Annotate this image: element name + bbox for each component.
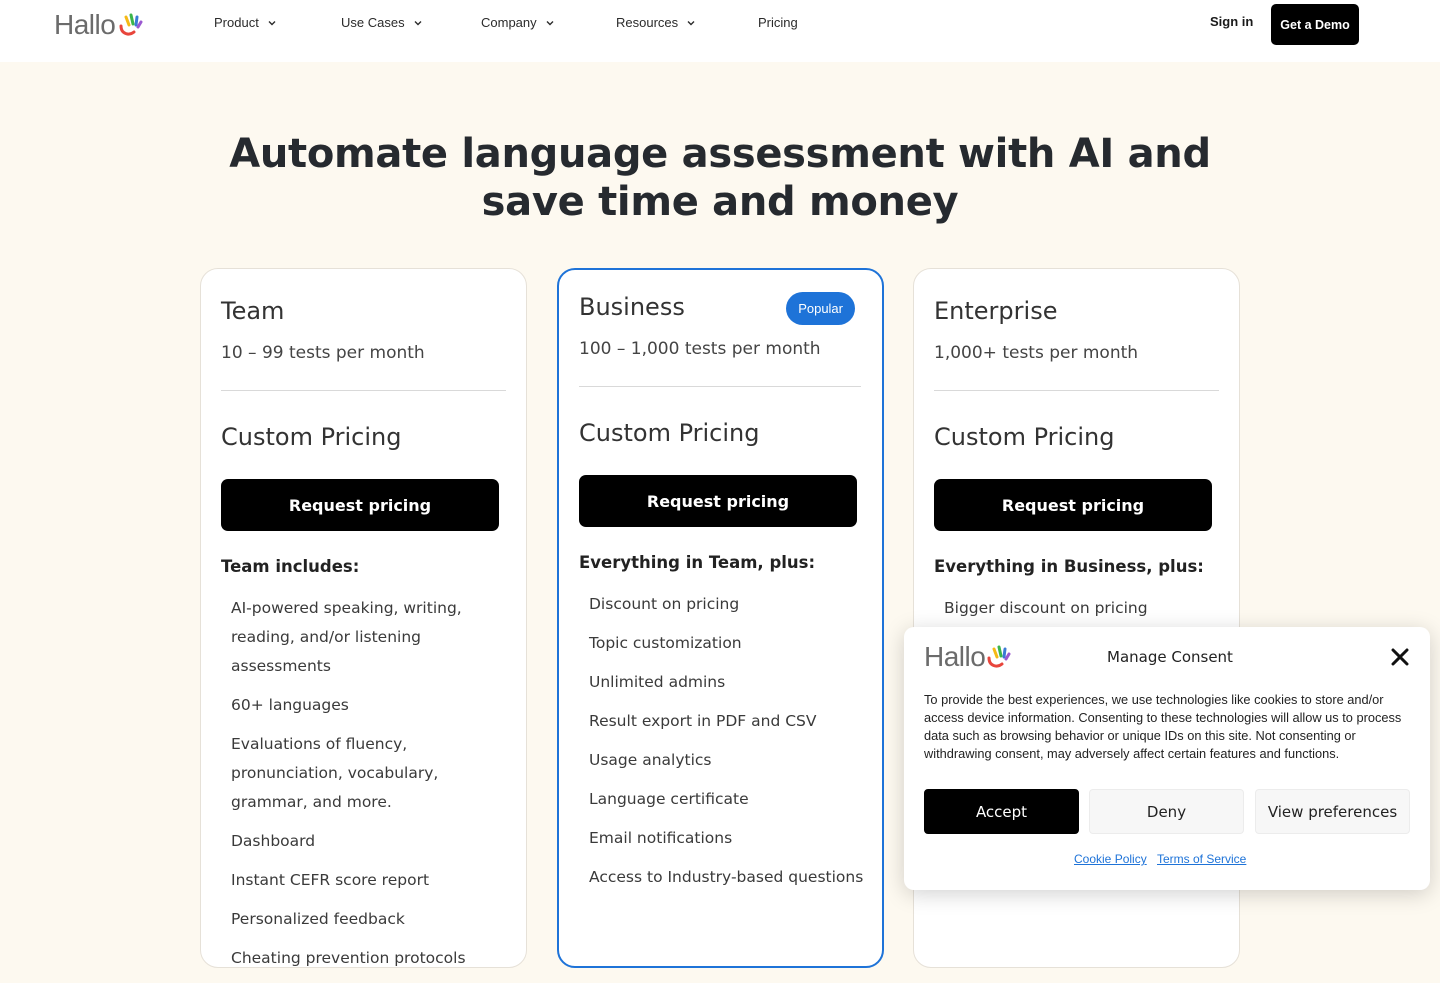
- request-pricing-button[interactable]: Request pricing: [579, 475, 857, 527]
- site-header: Hallo Product Use Cases Company Resource…: [0, 0, 1440, 62]
- nav-company[interactable]: Company: [481, 15, 555, 30]
- feature-item: Language certificate: [589, 790, 749, 808]
- plan-price: Custom Pricing: [221, 423, 402, 451]
- plan-name: Enterprise: [934, 297, 1058, 325]
- feature-item: Topic customization: [589, 634, 742, 652]
- feature-item: Cheating prevention protocols: [231, 949, 466, 967]
- hand-wave-icon: [119, 13, 143, 36]
- popular-badge: Popular: [786, 292, 855, 325]
- nav-label: Use Cases: [341, 15, 405, 30]
- chevron-down-icon: [687, 20, 695, 25]
- feature-item: Email notifications: [589, 829, 733, 847]
- plan-name: Business: [579, 293, 685, 321]
- divider: [579, 386, 861, 387]
- brand-name: Hallo: [924, 641, 986, 672]
- nav-use-cases[interactable]: Use Cases: [341, 15, 423, 30]
- feature-item: Access to Industry-based questions: [589, 868, 864, 886]
- sign-in-link[interactable]: Sign in: [1210, 14, 1253, 29]
- feature-item: Bigger discount on pricing: [944, 599, 1148, 617]
- plan-volume: 10 – 99 tests per month: [221, 343, 425, 363]
- feature-list: Discount on pricing Topic customization …: [589, 590, 869, 902]
- feature-item: AI-powered speaking, writing, reading, a…: [231, 599, 462, 675]
- consent-logo: Hallo: [924, 643, 1011, 671]
- feature-item: Usage analytics: [589, 751, 712, 769]
- nav-label: Pricing: [758, 15, 798, 30]
- view-preferences-button[interactable]: View preferences: [1255, 789, 1410, 834]
- feature-item: Result export in PDF and CSV: [589, 712, 817, 730]
- consent-text: To provide the best experiences, we use …: [924, 692, 1402, 761]
- feature-item: Unlimited admins: [589, 673, 726, 691]
- nav-label: Resources: [616, 15, 679, 30]
- plan-volume: 1,000+ tests per month: [934, 343, 1139, 363]
- plan-includes-heading: Everything in Team, plus:: [579, 553, 816, 572]
- chevron-down-icon: [268, 20, 276, 25]
- terms-of-service-link[interactable]: Terms of Service: [1157, 852, 1246, 866]
- plan-price: Custom Pricing: [934, 423, 1115, 451]
- plan-name: Team: [221, 297, 285, 325]
- nav-label: Company: [481, 15, 537, 30]
- feature-list: AI-powered speaking, writing, reading, a…: [231, 594, 511, 983]
- divider: [221, 390, 506, 391]
- hand-wave-icon: [987, 645, 1011, 668]
- close-icon[interactable]: [1390, 647, 1410, 667]
- plan-includes-heading: Team includes:: [221, 557, 360, 576]
- divider: [934, 390, 1219, 391]
- brand-name: Hallo: [54, 9, 116, 40]
- feature-item: Discount on pricing: [589, 595, 740, 613]
- feature-item: 60+ languages: [231, 696, 349, 714]
- nav-product[interactable]: Product: [214, 15, 277, 30]
- plan-includes-heading: Everything in Business, plus:: [934, 557, 1204, 576]
- consent-title: Manage Consent: [1107, 648, 1233, 666]
- request-pricing-button[interactable]: Request pricing: [221, 479, 499, 531]
- brand-logo[interactable]: Hallo: [54, 11, 143, 39]
- feature-item: Personalized feedback: [231, 910, 405, 928]
- chevron-down-icon: [414, 20, 422, 25]
- accept-button[interactable]: Accept: [924, 789, 1079, 834]
- plan-volume: 100 – 1,000 tests per month: [579, 339, 821, 359]
- nav-pricing[interactable]: Pricing: [758, 15, 798, 30]
- feature-item: Instant CEFR score report: [231, 871, 430, 889]
- plan-card-business: Business 100 – 1,000 tests per month Cus…: [557, 268, 884, 968]
- plan-price: Custom Pricing: [579, 419, 760, 447]
- request-pricing-button[interactable]: Request pricing: [934, 479, 1212, 531]
- nav-label: Product: [214, 15, 259, 30]
- plan-card-team: Team 10 – 99 tests per month Custom Pric…: [200, 268, 527, 968]
- page-title: Automate language assessment with AI and…: [229, 131, 1211, 225]
- deny-button[interactable]: Deny: [1089, 789, 1244, 834]
- feature-item: Dashboard: [231, 832, 316, 850]
- feature-item: Evaluations of fluency, pronunciation, v…: [231, 735, 439, 811]
- chevron-down-icon: [546, 20, 554, 25]
- nav-resources[interactable]: Resources: [616, 15, 696, 30]
- cookie-policy-link[interactable]: Cookie Policy: [1074, 852, 1147, 866]
- get-demo-button[interactable]: Get a Demo: [1271, 4, 1359, 45]
- consent-dialog: Hallo Manage Consent To provide the best…: [904, 627, 1430, 890]
